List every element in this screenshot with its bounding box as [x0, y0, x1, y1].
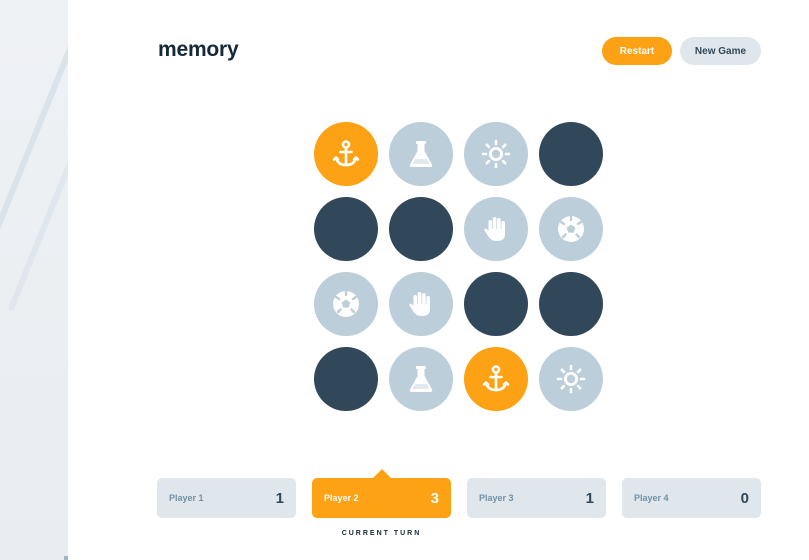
hand-icon	[405, 288, 437, 320]
player-card: Player 1 1	[157, 478, 296, 518]
tile[interactable]	[464, 122, 528, 186]
player-name: Player 2	[324, 493, 359, 503]
sun-icon	[555, 363, 587, 395]
player-score: 1	[585, 489, 594, 507]
game-card: memory Restart New Game Player 1 1 Player …	[68, 0, 809, 560]
flask-icon	[405, 138, 437, 170]
tile[interactable]	[464, 197, 528, 261]
tile[interactable]	[314, 347, 378, 411]
soccer-ball-icon	[555, 213, 587, 245]
background-left	[0, 0, 68, 560]
soccer-ball-icon	[330, 288, 362, 320]
tile[interactable]	[314, 272, 378, 336]
restart-button[interactable]: Restart	[602, 37, 672, 65]
sun-icon	[480, 138, 512, 170]
background-stroke	[0, 28, 68, 272]
tile[interactable]	[389, 122, 453, 186]
tile[interactable]	[539, 197, 603, 261]
game-board	[314, 122, 604, 412]
tile[interactable]	[389, 347, 453, 411]
tile[interactable]	[314, 197, 378, 261]
new-game-button[interactable]: New Game	[680, 37, 761, 65]
hand-icon	[480, 213, 512, 245]
tile[interactable]	[464, 272, 528, 336]
anchor-icon	[480, 363, 512, 395]
player-name: Player 4	[634, 493, 669, 503]
player-score: 3	[430, 489, 439, 507]
anchor-icon	[330, 138, 362, 170]
player-score: 1	[275, 489, 284, 507]
background-stroke	[7, 68, 68, 312]
flask-icon	[405, 363, 437, 395]
tile[interactable]	[389, 272, 453, 336]
players-bar: Player 1 1 Player 2 3 Player 3 1 Player 4 0	[157, 469, 762, 518]
player-card: Player 2 3	[312, 469, 451, 518]
current-turn-label: CURRENT TURN	[341, 530, 422, 537]
player-name: Player 1	[169, 493, 204, 503]
tile[interactable]	[539, 122, 603, 186]
tile[interactable]	[464, 347, 528, 411]
tile[interactable]	[389, 197, 453, 261]
player-card: Player 3 1	[467, 478, 606, 518]
app-logo: memory	[158, 38, 239, 61]
tile[interactable]	[539, 272, 603, 336]
tile[interactable]	[539, 347, 603, 411]
tile[interactable]	[314, 122, 378, 186]
player-name: Player 3	[479, 493, 514, 503]
player-score: 0	[740, 489, 749, 507]
player-card: Player 4 0	[622, 478, 761, 518]
